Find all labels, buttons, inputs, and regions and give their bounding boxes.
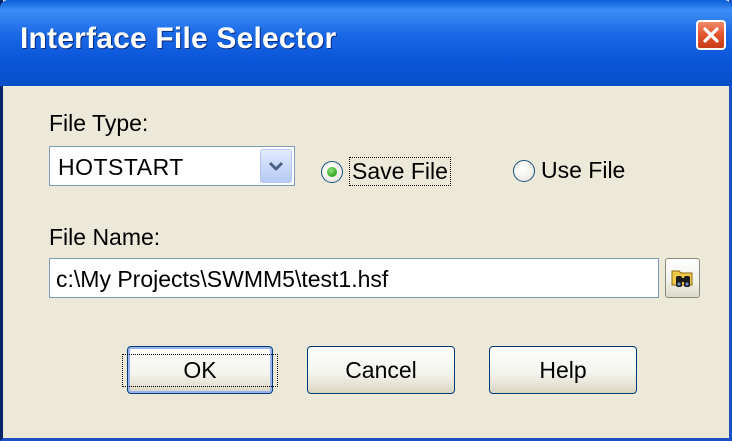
file-type-dropdown-button[interactable]	[260, 149, 292, 183]
use-file-radio-label[interactable]: Use File	[541, 157, 625, 184]
close-button[interactable]	[696, 20, 726, 50]
cancel-button-label: Cancel	[345, 356, 417, 383]
dialog-window: Interface File Selector File Type: HOTST…	[0, 0, 732, 441]
chevron-down-icon	[268, 161, 284, 171]
file-name-input[interactable]: c:\My Projects\SWMM5\test1.hsf	[49, 258, 659, 298]
use-file-radio[interactable]: Use File	[513, 157, 625, 184]
file-type-selected-value: HOTSTART	[58, 154, 184, 180]
title-bar[interactable]: Interface File Selector	[0, 0, 732, 86]
use-file-radio-button[interactable]	[513, 159, 535, 182]
save-file-radio-label[interactable]: Save File	[349, 157, 451, 186]
file-type-select[interactable]: HOTSTART	[49, 146, 295, 186]
save-file-radio-button[interactable]	[321, 160, 343, 183]
file-type-label: File Type:	[49, 110, 149, 136]
help-button[interactable]: Help	[489, 346, 637, 394]
file-name-value[interactable]: c:\My Projects\SWMM5\test1.hsf	[56, 266, 388, 293]
cancel-button[interactable]: Cancel	[307, 346, 455, 394]
ok-button[interactable]: OK	[122, 346, 278, 394]
browse-button[interactable]	[665, 258, 700, 298]
binoculars-folder-icon	[671, 270, 692, 287]
window-title: Interface File Selector	[20, 22, 337, 55]
ok-button-label: OK	[122, 353, 278, 387]
file-name-label: File Name:	[49, 224, 161, 250]
help-button-label: Help	[539, 356, 587, 383]
close-icon	[703, 27, 719, 43]
save-file-radio[interactable]: Save File	[321, 157, 451, 186]
